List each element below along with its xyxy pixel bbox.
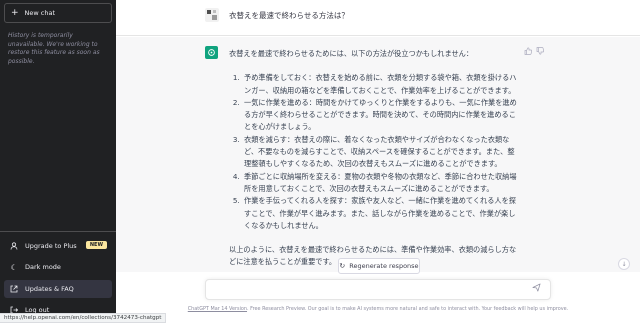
new-chat-label: New chat [24,9,56,17]
sidebar-item-label: Dark mode [25,263,61,271]
answer-intro: 衣替えを最速で終わらせるためには、以下の方法が役立つかもしれません： [229,49,474,58]
user-avatar [205,8,219,22]
footer-text: . Free Research Preview. Our goal is to … [247,306,569,312]
assistant-answer: 衣替えを最速で終わらせるためには、以下の方法が役立つかもしれません： 予め準備を… [229,48,519,269]
user-message-text: 衣替えを最速で終わらせる方法は？ [229,11,349,20]
history-unavailable-note: History is temporarily unavailable. We'r… [8,32,100,65]
sidebar-divider [0,231,116,232]
chatgpt-logo-icon [205,46,218,59]
sidebar-item-label: Updates & FAQ [25,285,74,293]
user-message-row: 衣替えを最速で終わらせる方法は？ [116,0,640,36]
list-item: 一気に作業を進める：時間をかけてゆっくりと作業をするよりも、一気に作業を進める方… [242,97,519,134]
sidebar: + New chat History is temporarily unavai… [0,0,116,323]
status-bar-url: https://help.openai.com/en/collections/3… [0,313,167,323]
version-link[interactable]: ChatGPT Mar 14 Version [188,306,247,312]
moon-icon: ☾ [10,262,18,272]
sidebar-item-upgrade[interactable]: Upgrade to Plus NEW [4,237,112,255]
answer-steps-list: 予め準備をしておく：衣替えを始める前に、衣類を分類する袋や箱、衣類を掛けるハンガ… [242,72,519,232]
chat-main: 衣替えを最速で終わらせる方法は？ 衣替えを最速で終わらせるためには、以下の方法が… [116,0,640,323]
message-input[interactable] [205,279,551,300]
sidebar-item-label: Upgrade to Plus [25,242,77,250]
send-icon[interactable] [532,283,541,294]
list-item: 衣類を減らす：衣替えの際に、着なくなった衣類やサイズが合わなくなった衣類など、不… [242,134,519,171]
user-icon [9,242,19,250]
footer-disclaimer: ChatGPT Mar 14 Version. Free Research Pr… [136,306,620,312]
assistant-message-row: 衣替えを最速で終わらせるためには、以下の方法が役立つかもしれません： 予め準備を… [116,37,640,272]
sidebar-item-dark-mode[interactable]: ☾ Dark mode [4,258,112,276]
new-chat-button[interactable]: + New chat [4,3,112,23]
scroll-down-icon[interactable]: ↓ [618,258,630,270]
thumbs-down-icon[interactable] [536,47,545,57]
list-item: 作業を手伝ってくれる人を探す：家族や友人など、一緒に作業を進めてくれる人を探すこ… [242,195,519,232]
thumbs-up-icon[interactable] [524,47,533,57]
refresh-icon: ↻ [339,262,346,270]
sidebar-item-updates-faq[interactable]: Updates & FAQ [4,280,112,298]
new-badge: NEW [85,241,107,249]
plus-icon: + [11,7,19,18]
regenerate-response-button[interactable]: ↻ Regenerate response [338,258,420,274]
external-link-icon [9,285,19,293]
list-item: 季節ごとに収納場所を変える：夏物の衣類や冬物の衣類など、季節に合わせた収納場所を… [242,171,519,196]
list-item: 予め準備をしておく：衣替えを始める前に、衣類を分類する袋や箱、衣類を掛けるハンガ… [242,72,519,97]
regenerate-label: Regenerate response [349,262,419,270]
